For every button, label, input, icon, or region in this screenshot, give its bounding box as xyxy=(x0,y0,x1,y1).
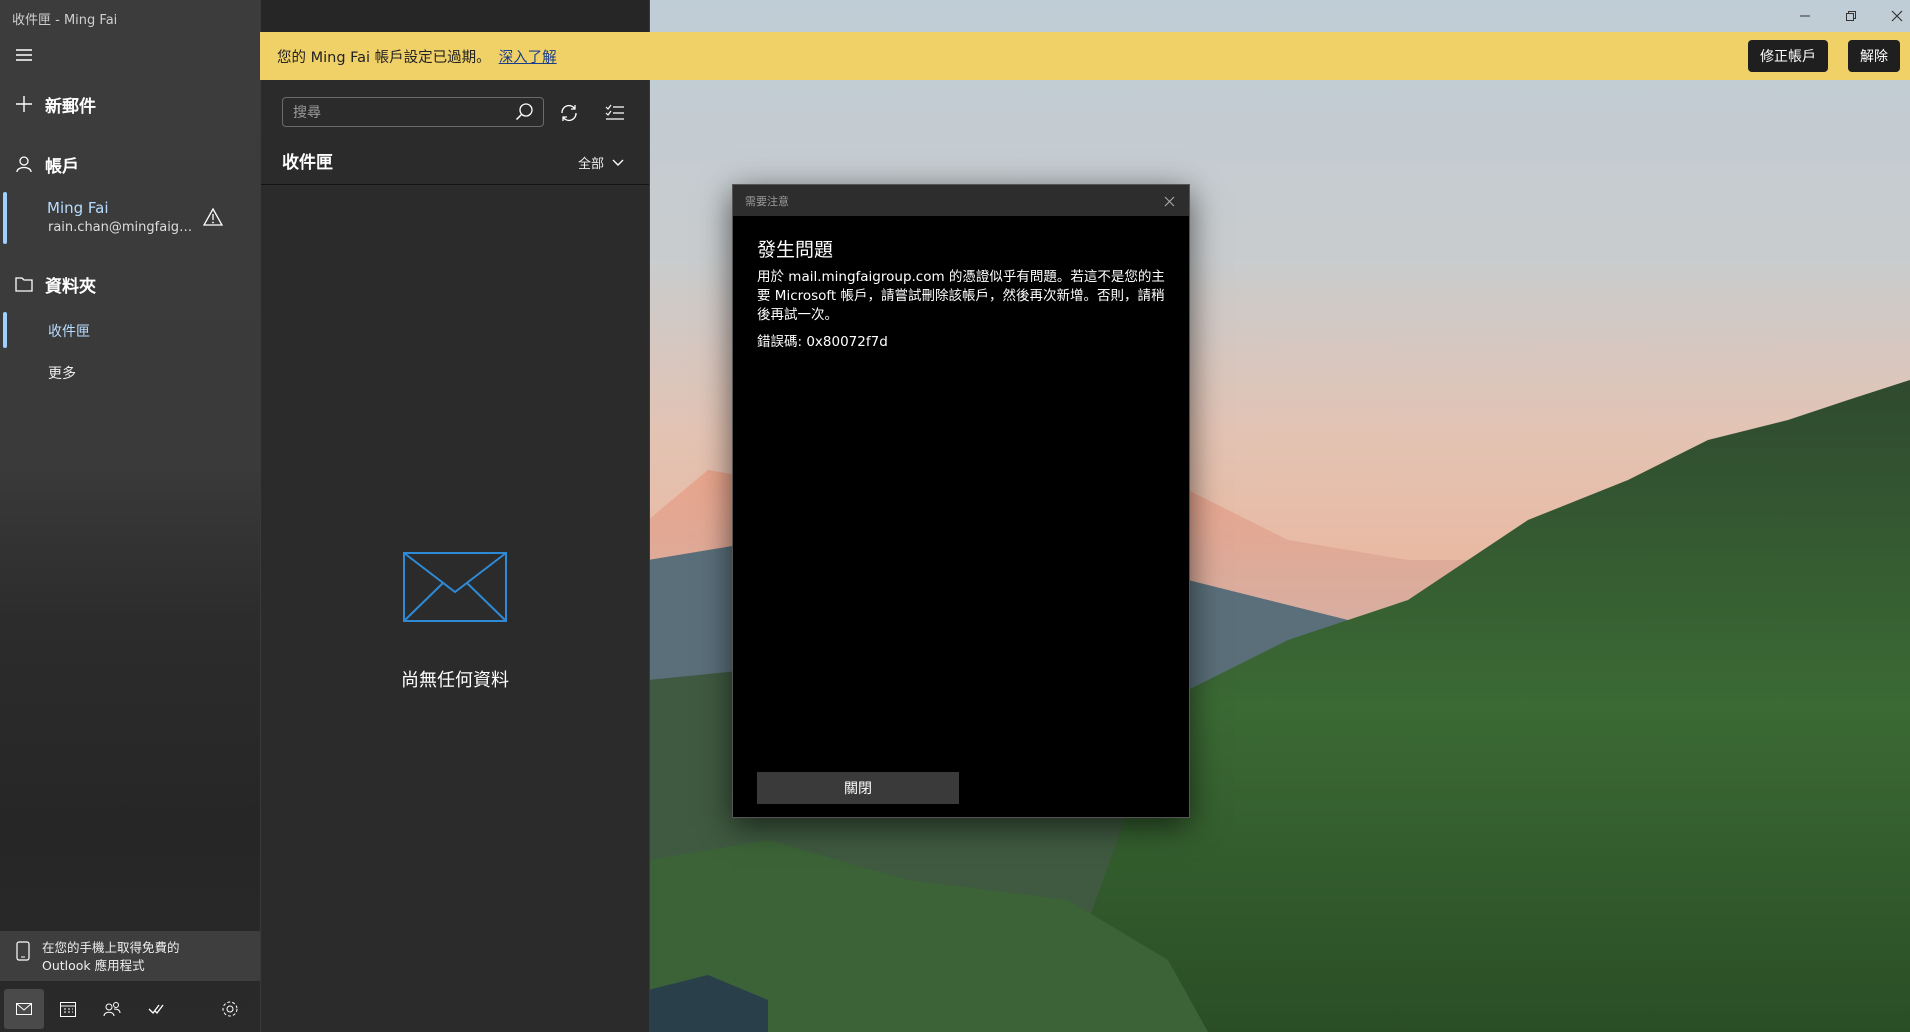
folder-icon xyxy=(13,273,35,295)
search-icon[interactable] xyxy=(515,102,535,126)
hamburger-icon xyxy=(13,44,35,66)
accounts-button[interactable]: 帳戶 xyxy=(0,152,260,177)
search-box[interactable] xyxy=(282,97,544,127)
people-icon xyxy=(103,1002,121,1017)
dialog-titlebar: 需要注意 xyxy=(733,185,1189,216)
phone-icon xyxy=(16,941,30,965)
folders-label: 資料夾 xyxy=(45,276,96,297)
mail-button[interactable] xyxy=(4,989,44,1029)
dialog-caption: 需要注意 xyxy=(745,195,789,208)
fix-account-button[interactable]: 修正帳戶 xyxy=(1748,40,1828,72)
dialog-heading: 發生問題 xyxy=(757,239,834,261)
promo-text: 在您的手機上取得免費的 Outlook 應用程式 xyxy=(42,940,180,973)
account-email: rain.chan@mingfaigr... xyxy=(48,220,193,235)
minimize-icon xyxy=(1800,15,1810,17)
account-selection-bar xyxy=(3,192,7,244)
navigation-pane: 收件匣 - Ming Fai 新郵件 帳戶 Ming Fai rain.chan… xyxy=(0,0,260,1032)
people-button[interactable] xyxy=(92,989,132,1029)
account-item[interactable]: Ming Fai rain.chan@mingfaigr... xyxy=(0,190,260,246)
list-divider xyxy=(261,184,649,185)
empty-state-text: 尚無任何資料 xyxy=(401,670,509,691)
todo-icon xyxy=(148,1004,164,1014)
learn-more-link[interactable]: 深入了解 xyxy=(499,46,557,67)
folder-label: 收件匣 xyxy=(48,324,90,340)
dismiss-button[interactable]: 解除 xyxy=(1848,40,1900,72)
filter-label: 全部 xyxy=(578,157,605,172)
selection-mode-button[interactable] xyxy=(600,98,630,128)
dialog-message: 用於 mail.mingfaigroup.com 的憑證似乎有問題。若這不是您的… xyxy=(757,269,1165,323)
todo-button[interactable] xyxy=(136,989,176,1029)
new-mail-label: 新郵件 xyxy=(45,96,96,117)
account-warning-banner: 您的 Ming Fai 帳戶設定已過期。 深入了解 修正帳戶 解除 xyxy=(260,32,1910,80)
envelope-icon xyxy=(403,552,507,622)
sync-icon xyxy=(561,105,577,121)
folder-selection-bar xyxy=(3,312,7,348)
window-title: 收件匣 - Ming Fai xyxy=(12,13,118,28)
folder-title: 收件匣 xyxy=(282,153,333,173)
mail-icon xyxy=(16,1003,32,1015)
error-dialog: 需要注意 發生問題 用於 mail.mingfaigroup.com 的憑證似乎… xyxy=(732,184,1190,818)
folder-label: 更多 xyxy=(48,366,76,382)
menu-button[interactable] xyxy=(0,44,260,66)
list-titlebar xyxy=(261,0,649,32)
checklist-icon xyxy=(605,104,624,120)
close-icon xyxy=(1891,10,1903,22)
banner-message: 您的 Ming Fai 帳戶設定已過期。 xyxy=(277,49,491,66)
folders-button[interactable]: 資料夾 xyxy=(0,272,260,297)
dialog-close-button[interactable] xyxy=(1157,189,1181,213)
error-code: 錯誤碼: 0x80072f7d xyxy=(757,334,888,350)
calendar-icon xyxy=(60,1002,76,1017)
plus-icon xyxy=(13,93,35,115)
search-input[interactable] xyxy=(291,101,505,125)
close-window-button[interactable] xyxy=(1882,6,1910,26)
settings-icon xyxy=(222,1001,238,1017)
account-name: Ming Fai xyxy=(47,199,109,217)
restore-icon xyxy=(1846,11,1856,21)
filter-dropdown[interactable]: 全部 xyxy=(578,153,624,172)
app-switcher xyxy=(0,986,260,1032)
chevron-down-icon xyxy=(612,159,624,166)
message-list-pane: 收件匣 全部 尚無任何資料 xyxy=(260,0,650,1032)
folder-item-more[interactable]: 更多 xyxy=(0,354,260,390)
sync-button[interactable] xyxy=(554,98,584,128)
close-button[interactable]: 關閉 xyxy=(757,772,959,804)
accounts-label: 帳戶 xyxy=(45,156,79,177)
person-icon xyxy=(13,153,35,175)
calendar-button[interactable] xyxy=(48,989,88,1029)
minimize-button[interactable] xyxy=(1790,6,1820,26)
outlook-promo[interactable]: 在您的手機上取得免費的 Outlook 應用程式 xyxy=(0,931,260,981)
close-icon xyxy=(1164,196,1174,206)
folder-item-inbox[interactable]: 收件匣 xyxy=(0,312,260,348)
settings-button[interactable] xyxy=(210,989,250,1029)
new-mail-button[interactable]: 新郵件 xyxy=(0,92,260,117)
warning-icon xyxy=(203,208,223,226)
restore-button[interactable] xyxy=(1836,6,1866,26)
